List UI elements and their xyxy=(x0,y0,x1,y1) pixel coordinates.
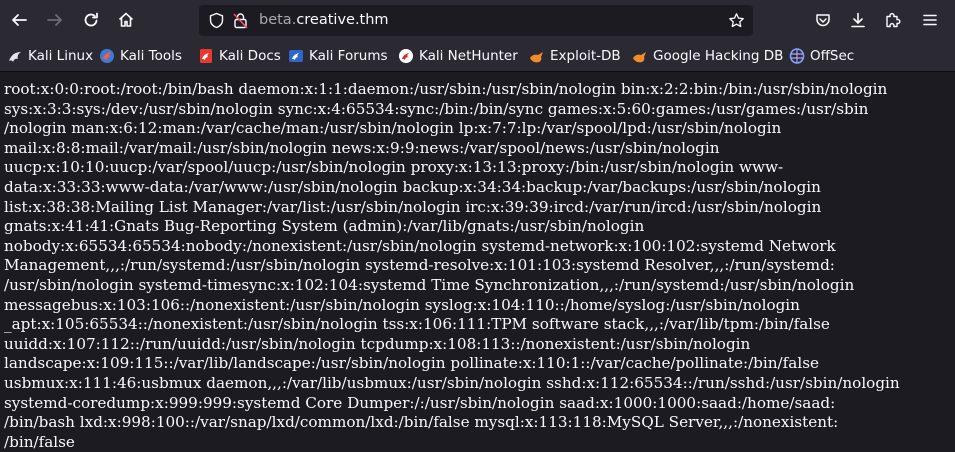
text-line: Management,,,:/run/systemd:/usr/sbin/nol… xyxy=(4,256,835,275)
bookmark-kali-docs[interactable]: Kali Docs xyxy=(198,47,281,65)
downloads-button[interactable] xyxy=(846,8,870,32)
bookmark-offsec[interactable]: OffSec xyxy=(789,47,854,65)
extensions-button[interactable] xyxy=(881,8,905,32)
back-button[interactable] xyxy=(7,8,31,32)
download-icon xyxy=(851,12,865,28)
text-line: gnats:x:41:41:Gnats Bug-Reporting System… xyxy=(4,217,645,236)
reload-icon xyxy=(84,12,98,27)
browser-toolbar: beta.creative.thm xyxy=(0,0,955,41)
url-bar[interactable]: beta.creative.thm xyxy=(199,5,753,36)
text-line: /usr/sbin/nologin systemd-timesync:x:102… xyxy=(4,275,855,294)
bookmarks-toolbar: Kali Linux Kali Tools Kali Docs Kali For… xyxy=(0,41,955,72)
text-line: list:x:38:38:Mailing List Manager:/var/l… xyxy=(4,197,822,216)
page-body-text: root:x:0:0:root:/root:/bin/bash daemon:x… xyxy=(4,80,952,452)
text-line: sys:x:3:3:sys:/dev:/usr/sbin/nologin syn… xyxy=(4,99,869,118)
app-menu-button[interactable] xyxy=(918,8,942,32)
text-line: /bin/bash lxd:x:998:100::/var/snap/lxd/c… xyxy=(4,413,839,432)
bookmark-kali-linux[interactable]: Kali Linux xyxy=(7,47,93,65)
forward-button[interactable] xyxy=(43,8,67,32)
text-line: uuidd:x:107:112::/run/uuidd:/usr/sbin/no… xyxy=(4,334,751,353)
text-line: usbmux:x:111:46:usbmux daemon,,,:/var/li… xyxy=(4,373,900,392)
hamburger-menu-icon xyxy=(923,14,937,26)
puzzle-piece-icon xyxy=(886,13,901,28)
pocket-icon xyxy=(816,14,830,27)
url-text[interactable]: beta.creative.thm xyxy=(259,10,389,30)
bookmark-star-icon[interactable] xyxy=(728,12,745,29)
bookmark-exploit-db[interactable]: Exploit-DB xyxy=(529,47,621,65)
bookmark-google-hacking-db[interactable]: Google Hacking DB xyxy=(632,47,783,65)
bookmark-kali-nethunter[interactable]: Kali NetHunter xyxy=(398,47,518,65)
text-line: _apt:x:105:65534::/nonexistent:/usr/sbin… xyxy=(4,315,830,334)
text-line: data:x:33:33:www-data:/var/www:/usr/sbin… xyxy=(4,177,821,196)
pocket-button[interactable] xyxy=(811,8,835,32)
text-line: /bin/false xyxy=(4,432,75,451)
text-line: landscape:x:109:115::/var/lib/landscape:… xyxy=(4,354,819,373)
arrow-left-icon xyxy=(12,14,27,26)
ghdb-icon xyxy=(633,52,646,63)
insecure-lock-icon[interactable] xyxy=(232,12,249,29)
bookmark-kali-tools[interactable]: Kali Tools xyxy=(99,47,182,65)
reload-button[interactable] xyxy=(79,8,103,32)
home-button[interactable] xyxy=(114,8,138,32)
kali-tools-icon xyxy=(100,49,114,63)
arrow-right-icon xyxy=(47,14,62,26)
text-line: mail:x:8:8:mail:/var/mail:/usr/sbin/nolo… xyxy=(4,138,720,157)
kali-dragon-icon xyxy=(9,52,21,62)
offsec-icon xyxy=(789,48,805,64)
text-line: /nologin man:x:6:12:man:/var/cache/man:/… xyxy=(4,119,782,138)
exploit-db-icon xyxy=(530,52,543,63)
kali-docs-icon xyxy=(200,49,212,63)
text-line: root:x:0:0:root:/root:/bin/bash daemon:x… xyxy=(4,80,888,98)
text-line: messagebus:x:103:106::/nonexistent:/usr/… xyxy=(4,295,800,314)
kali-forums-icon xyxy=(289,50,303,62)
home-icon xyxy=(118,12,134,27)
tracking-shield-icon[interactable] xyxy=(208,12,225,29)
kali-nethunter-icon xyxy=(399,49,413,63)
bookmark-kali-forums[interactable]: Kali Forums xyxy=(288,47,388,65)
text-line: systemd-coredump:x:999:999:systemd Core … xyxy=(4,393,836,412)
text-line: nobody:x:65534:65534:nobody:/nonexistent… xyxy=(4,236,836,255)
text-line: uucp:x:10:10:uucp:/var/spool/uucp:/usr/s… xyxy=(4,158,784,177)
